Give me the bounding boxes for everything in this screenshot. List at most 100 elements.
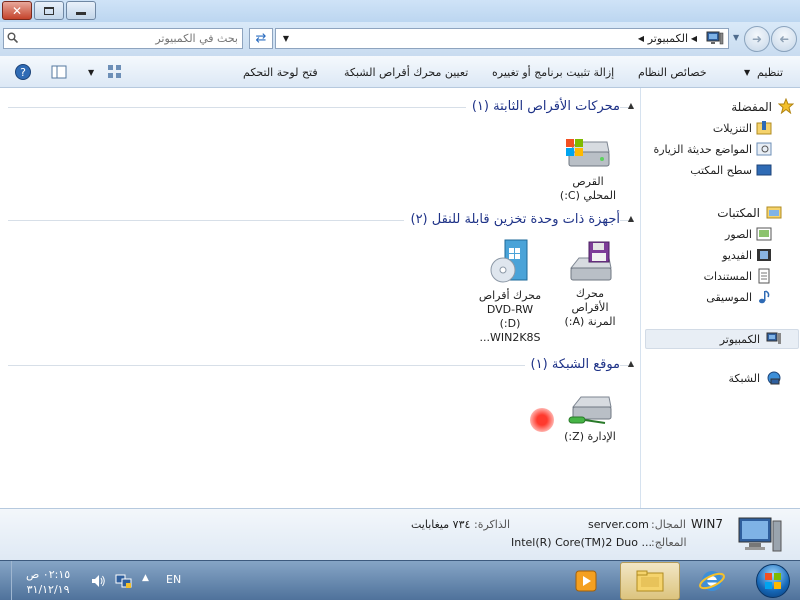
breadcrumb-arrow[interactable]: ◀: [688, 29, 700, 48]
address-bar[interactable]: ▼ ◀ الكمبيوتر ◀: [275, 28, 729, 49]
computer-large-icon: [738, 517, 782, 552]
group-header-network-location[interactable]: موقع الشبكة (١) ▲: [8, 355, 634, 375]
help-icon[interactable]: ?: [14, 63, 32, 81]
domain-value: server.com: [588, 518, 649, 531]
nav-downloads[interactable]: التنزيلات: [713, 122, 752, 135]
refresh-button[interactable]: ⇄: [249, 28, 273, 49]
navigation-pane: المفضلة التنزيلات المواضع حديثة الزيارة …: [640, 88, 800, 508]
map-network-drive-button[interactable]: تعيين محرك أقراص الشبكة: [344, 66, 468, 79]
organize-button[interactable]: تنظيم: [757, 66, 783, 79]
processor-label: المعالج:: [651, 536, 687, 549]
address-history-dropdown[interactable]: ▼: [278, 29, 294, 48]
close-button[interactable]: ✕: [2, 1, 32, 20]
computer-name: WIN7: [691, 517, 724, 531]
refresh-icon: ⇄: [255, 31, 267, 46]
nav-libraries[interactable]: المكتبات: [717, 206, 760, 220]
taskbar-media-player[interactable]: [558, 562, 614, 600]
hard-drive-icon: [566, 139, 610, 167]
search-icon: [7, 32, 18, 43]
nav-recent-places[interactable]: المواضع حديثة الزيارة: [653, 143, 752, 156]
clock-date: ٣١/١٢/١٩: [26, 583, 70, 596]
title-bar: ✕: [0, 0, 800, 22]
show-desktop-button[interactable]: [0, 561, 12, 600]
memory-label: الذاكرة:: [474, 518, 511, 531]
taskbar-internet-explorer[interactable]: [684, 562, 740, 600]
network-icon: [767, 371, 781, 385]
show-hidden-icons-button[interactable]: ▲: [142, 573, 149, 583]
videos-icon: [757, 249, 771, 261]
nav-documents[interactable]: المستندات: [704, 270, 752, 283]
drive-label: المرنة (A:): [564, 315, 616, 328]
recent-pages-dropdown[interactable]: ▼: [733, 33, 739, 42]
change-view-dropdown[interactable]: ▼: [88, 68, 94, 77]
search-box[interactable]: [3, 28, 243, 49]
drive-label: الأقراص: [571, 301, 609, 314]
drive-item-local-disk-c[interactable]: القرص المحلي (C:): [553, 136, 623, 203]
address-path[interactable]: الكمبيوتر: [648, 32, 688, 45]
floppy-drive-icon: [569, 241, 612, 281]
search-input[interactable]: [22, 30, 238, 47]
clock-time: ٠٢:١٥ ص: [26, 568, 71, 581]
nav-pictures[interactable]: الصور: [725, 228, 752, 241]
network-drive-icon: [568, 396, 612, 424]
pictures-icon: [756, 227, 772, 241]
memory-value: ٧٣٤ ميغابايت: [411, 518, 471, 531]
maximize-button[interactable]: [34, 1, 64, 20]
libraries-icon: [766, 206, 782, 219]
uninstall-program-button[interactable]: إزالة تثبيت برنامج أو تغييره: [492, 66, 614, 79]
drive-label: محرك أقراص: [478, 289, 542, 302]
downloads-folder-icon: [756, 121, 772, 135]
back-button[interactable]: ➜: [771, 26, 797, 52]
group-header-hard-disks[interactable]: محركات الأقراص الثابتة (١) ▲: [8, 97, 634, 117]
drive-label: (D:): [499, 317, 521, 330]
desktop-icon: [756, 164, 772, 176]
recent-places-icon: [756, 142, 772, 156]
language-indicator[interactable]: EN: [166, 573, 181, 586]
nav-computer[interactable]: الكمبيوتر: [720, 333, 760, 346]
open-control-panel-button[interactable]: فتح لوحة التحكم: [243, 66, 318, 79]
svg-text:?: ?: [20, 66, 26, 79]
minimize-icon: [76, 12, 86, 15]
drive-label: المحلي (C:): [559, 189, 617, 202]
group-header-removable[interactable]: أجهزة ذات وحدة تخزين قابلة للنقل (٢) ▲: [8, 210, 634, 230]
drive-item-dvd-d[interactable]: محرك أقراص DVD-RW (D:) WIN2K8S...: [475, 238, 545, 345]
nav-network[interactable]: الشبكة: [728, 372, 760, 385]
system-properties-button[interactable]: خصائص النظام: [638, 66, 707, 79]
clock[interactable]: ٠٢:١٥ ص ٣١/١٢/١٩: [26, 567, 70, 597]
drive-label: الإدارة (Z:): [564, 430, 616, 443]
collapse-icon[interactable]: ▲: [628, 101, 634, 110]
domain-label: المجال:: [651, 518, 686, 531]
nav-favorites[interactable]: المفضلة: [731, 100, 772, 114]
drive-label: محرك: [575, 287, 605, 300]
collapse-icon[interactable]: ▲: [628, 214, 634, 223]
folder-icon: [636, 570, 664, 592]
drive-label: DVD-RW: [486, 303, 534, 316]
content-pane: محركات الأقراص الثابتة (١) ▲ القرص المحل…: [0, 88, 640, 508]
group-title: موقع الشبكة (١): [524, 357, 620, 372]
drive-item-floppy-a[interactable]: محرك الأقراص المرنة (A:): [555, 240, 625, 329]
minimize-button[interactable]: [66, 1, 96, 20]
network-status-icon[interactable]: [114, 572, 132, 590]
start-button[interactable]: [750, 561, 796, 600]
forward-button[interactable]: ➜: [744, 26, 770, 52]
nav-music[interactable]: الموسيقى: [706, 291, 752, 304]
collapse-icon[interactable]: ▲: [628, 359, 634, 368]
media-player-icon: [575, 570, 597, 592]
drive-label: القرص: [572, 175, 604, 188]
star-icon: [778, 98, 794, 114]
taskbar-windows-explorer[interactable]: [620, 562, 680, 600]
change-view-icon[interactable]: [106, 63, 124, 81]
nav-videos[interactable]: الفيديو: [722, 249, 752, 262]
internet-explorer-icon: [699, 571, 725, 591]
details-pane: WIN7 المجال: server.com الذاكرة: ٧٣٤ ميغ…: [0, 508, 800, 560]
preview-pane-icon[interactable]: [50, 63, 68, 81]
drive-item-network-z[interactable]: الإدارة (Z:): [555, 393, 625, 444]
address-separator-arrow[interactable]: ◀: [633, 29, 649, 48]
computer-icon: [706, 31, 724, 45]
drive-label: WIN2K8S...: [479, 331, 541, 344]
organize-dropdown-icon[interactable]: ▼: [744, 68, 750, 77]
processor-value: Intel(R) Core(TM)2 Duo ...: [511, 536, 652, 549]
nav-desktop[interactable]: سطح المكتب: [690, 164, 752, 177]
documents-icon: [758, 268, 770, 284]
volume-icon[interactable]: [89, 572, 107, 590]
